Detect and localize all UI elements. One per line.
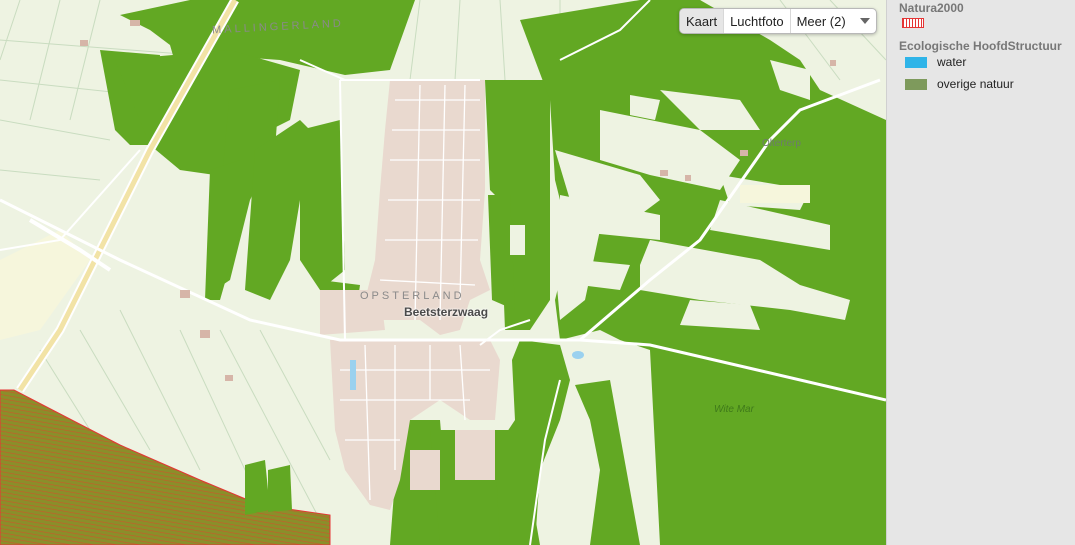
legend-panel: Natura2000 Ecologische HoofdStructuur wa… bbox=[886, 0, 1075, 545]
map-svg bbox=[0, 0, 886, 545]
nature-label-wite-mar: Wite Mar bbox=[714, 404, 754, 415]
legend-item-water: water bbox=[905, 55, 966, 69]
map-type-luchtfoto-button[interactable]: Luchtfoto bbox=[724, 9, 791, 33]
map-type-kaart-button[interactable]: Kaart bbox=[680, 9, 725, 33]
legend-overige-natuur-label: overige natuur bbox=[937, 77, 1014, 91]
field-yellow bbox=[740, 185, 810, 203]
chevron-down-icon bbox=[859, 18, 870, 24]
map-canvas[interactable]: MALLINGERLAND OPSTERLAND Beetsterzwaag O… bbox=[0, 0, 886, 545]
legend-natura2000-swatch bbox=[902, 18, 924, 28]
region-label-opsterland: OPSTERLAND bbox=[360, 290, 465, 302]
legend-water-label: water bbox=[937, 55, 967, 69]
map-type-more-label: Meer (2) bbox=[796, 13, 846, 29]
legend-ehs-title: Ecologische HoofdStructuur bbox=[899, 39, 1062, 53]
legend-water-swatch bbox=[905, 56, 927, 68]
map-type-control: Kaart Luchtfoto Meer (2) bbox=[679, 8, 877, 34]
legend-item-overige-natuur: overige natuur bbox=[905, 77, 1014, 91]
legend-natura2000-title: Natura2000 bbox=[899, 1, 964, 15]
map-type-more-dropdown[interactable]: Meer (2) bbox=[791, 9, 876, 33]
town-label-beetsterzwaag: Beetsterzwaag bbox=[404, 305, 489, 319]
legend-overige-natuur-swatch bbox=[905, 78, 927, 90]
village-label-olterterp: Olterterp bbox=[762, 138, 801, 149]
